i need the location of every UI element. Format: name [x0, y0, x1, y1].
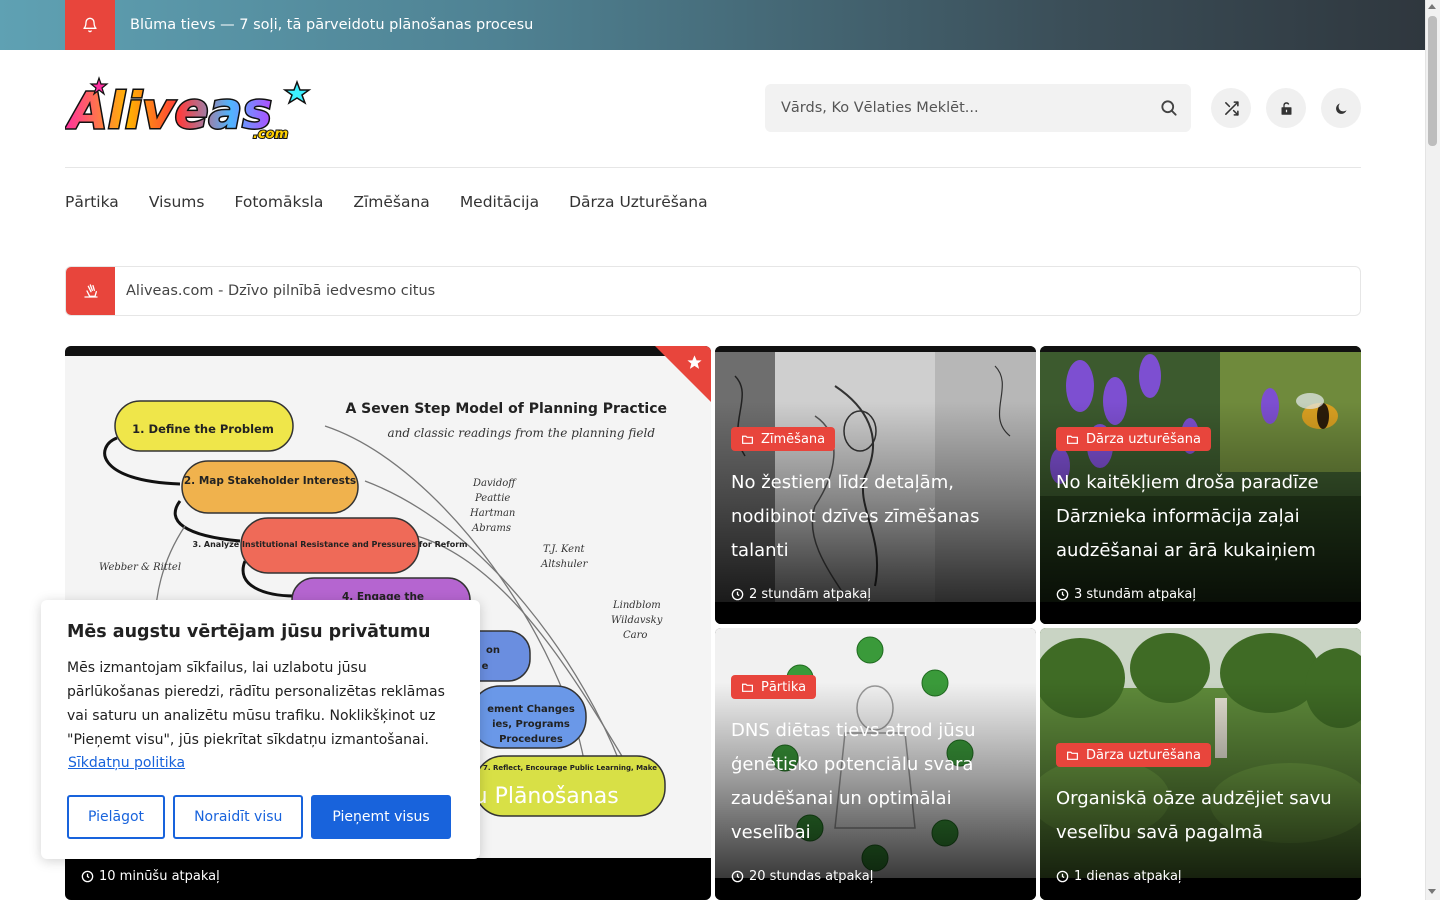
post-time-text: 1 dienas atpakaļ	[1074, 869, 1182, 884]
cookie-buttons: Pielāgot Noraidīt visu Pieņemt visus	[67, 795, 451, 839]
cookie-consent-dialog: Mēs augstu vērtējam jūsu privātumu Mēs i…	[41, 600, 480, 859]
featured-post-time: 10 minūšu atpakaļ	[81, 869, 220, 884]
category-label: Dārza uzturēšana	[1086, 747, 1201, 763]
ticker-headline-link[interactable]: Blūma tievs — 7 soļi, tā pārveidotu plān…	[130, 0, 533, 50]
clock-icon	[1056, 870, 1069, 883]
nav-item-darza-uzturesana[interactable]: Dārza Uzturēšana	[569, 188, 708, 216]
cookie-customize-button[interactable]: Pielāgot	[67, 795, 166, 839]
top-ticker: Blūma tievs — 7 soļi, tā pārveidotu plān…	[0, 0, 1425, 50]
category-badge[interactable]: Zīmēšana	[731, 427, 836, 451]
header-divider	[65, 167, 1361, 168]
diagram-step-1: 1. Define the Problem	[132, 422, 274, 436]
category-badge[interactable]: Dārza uzturēšana	[1056, 427, 1211, 451]
clock-icon	[1056, 588, 1069, 601]
post-time: 3 stundām atpakaļ	[1056, 587, 1196, 602]
folder-icon	[742, 435, 753, 444]
scroll-down-arrow-icon[interactable]	[1428, 889, 1436, 894]
post-time-text: 2 stundām atpakaļ	[749, 587, 871, 602]
nav-item-meditacija[interactable]: Meditācija	[460, 188, 539, 216]
clock-icon	[81, 870, 94, 883]
post-time: 1 dienas atpakaļ	[1056, 869, 1182, 884]
search-box	[765, 84, 1191, 132]
category-label: Pārtika	[761, 679, 807, 695]
lock-icon	[1281, 101, 1291, 115]
featured-post-title[interactable]: tu Plānošanas	[465, 780, 619, 814]
diagram-step-7: 7. Reflect, Encourage Public Learning, M…	[483, 764, 657, 772]
logo-suffix: .com	[253, 127, 288, 142]
shuffle-icon	[1224, 100, 1239, 116]
login-button[interactable]	[1266, 88, 1306, 128]
search-input[interactable]	[765, 84, 1145, 132]
cookie-policy-link[interactable]: Sīkdatņu politika	[68, 755, 185, 771]
category-label: Zīmēšana	[761, 431, 826, 447]
featured-star-icon	[687, 355, 702, 369]
nav-item-visums[interactable]: Visums	[149, 188, 205, 216]
post-time-text: 3 stundām atpakaļ	[1074, 587, 1196, 602]
nav-item-fotomaksla[interactable]: Fotomāksla	[234, 188, 323, 216]
diagram-title: A Seven Step Model of Planning Practice	[345, 401, 667, 417]
diagram-step-3: 3. Analyze Institutional Resistance and …	[193, 540, 468, 549]
diagram-subtitle: and classic readings from the planning f…	[387, 426, 655, 440]
category-label: Dārza uzturēšana	[1086, 431, 1201, 447]
diagram-step-6-line-2: ies, Programs	[492, 719, 570, 730]
random-post-button[interactable]	[1211, 88, 1251, 128]
nav-item-partika[interactable]: Pārtika	[65, 188, 119, 216]
cookie-text: Mēs izmantojam sīkfailus, lai uzlabotu j…	[67, 660, 445, 748]
category-badge[interactable]: Dārza uzturēšana	[1056, 743, 1211, 767]
post-card-darza-uzturesana-garden[interactable]: Dārza uzturēšana Organiskā oāze audzējie…	[1040, 628, 1361, 900]
diagram-step-6-line-3: Procedures	[499, 734, 563, 745]
diagram-name-wildavsky: Wildavsky	[611, 615, 663, 626]
post-time: 2 stundām atpakaļ	[731, 587, 871, 602]
folder-icon	[1067, 751, 1078, 760]
post-title[interactable]: No žestiem līdz detaļām, nodibinot dzīve…	[731, 466, 1020, 568]
post-title[interactable]: DNS diētas tievs atrod jūsu ģenētisko po…	[731, 714, 1020, 850]
diagram-name-lindblom: Lindblom	[612, 600, 661, 611]
folder-icon	[1067, 435, 1078, 444]
post-card-partika[interactable]: Pārtika DNS diētas tievs atrod jūsu ģenē…	[715, 628, 1036, 900]
post-title[interactable]: No kaitēkļiem droša paradīze Dārznieka i…	[1056, 466, 1345, 568]
dark-mode-toggle[interactable]	[1321, 88, 1361, 128]
post-title[interactable]: Organiskā oāze audzējiet savu veselību s…	[1056, 782, 1345, 850]
diagram-name-webber-rittel: Webber & Rittel	[99, 562, 181, 573]
main-nav: Pārtika Visums Fotomāksla Zīmēšana Medit…	[65, 188, 708, 216]
bell-icon	[83, 17, 97, 33]
clock-icon	[731, 588, 744, 601]
diagram-step-5-fragment: on	[486, 645, 500, 656]
notice-bar: Aliveas.com - Dzīvo pilnībā iedvesmo cit…	[65, 266, 1361, 316]
diagram-name-altshuler: Altshuler	[540, 559, 589, 570]
logo-star-icon	[282, 79, 312, 105]
scroll-thumb[interactable]	[1428, 16, 1437, 146]
post-card-darza-uzturesana-bee[interactable]: Dārza uzturēšana No kaitēkļiem droša par…	[1040, 346, 1361, 624]
diagram-name-kent: T.J. Kent	[543, 544, 586, 555]
ticker-bell-button[interactable]	[65, 0, 115, 50]
cookie-accept-button[interactable]: Pieņemt visus	[311, 795, 451, 839]
diagram-name-peattie: Peattie	[474, 493, 510, 504]
diagram-name-caro: Caro	[623, 630, 647, 641]
diagram-name-davidoff: Davidoff	[472, 478, 517, 489]
diagram-step-6-line-1: ement Changes	[487, 704, 575, 715]
diagram-name-hartman: Hartman	[469, 508, 515, 519]
nav-item-zimesana[interactable]: Zīmēšana	[353, 188, 429, 216]
post-time-text: 20 stundas atpakaļ	[749, 869, 874, 884]
cookie-title: Mēs augstu vērtējam jūsu privātumu	[67, 622, 431, 642]
page-scrollbar[interactable]	[1425, 0, 1440, 900]
clock-icon	[731, 870, 744, 883]
diagram-name-abrams: Abrams	[471, 523, 511, 534]
moon-icon	[1335, 103, 1346, 114]
post-card-zimesana[interactable]: Zīmēšana No žestiem līdz detaļām, nodibi…	[715, 346, 1036, 624]
site-logo[interactable]: Aliveas .com	[65, 76, 315, 142]
folder-icon	[742, 683, 753, 692]
notice-text: Aliveas.com - Dzīvo pilnībā iedvesmo cit…	[126, 283, 436, 299]
search-icon[interactable]	[1159, 98, 1179, 118]
post-time: 20 stundas atpakaļ	[731, 869, 873, 884]
notice-icon-box	[66, 267, 115, 315]
featured-post-time-text: 10 minūšu atpakaļ	[99, 869, 220, 884]
scroll-up-arrow-icon[interactable]	[1428, 4, 1436, 9]
cookie-reject-button[interactable]: Noraidīt visu	[173, 795, 304, 839]
diagram-step-2: 2. Map Stakeholder Interests	[184, 475, 356, 487]
hand-wave-icon	[83, 284, 98, 298]
category-badge[interactable]: Pārtika	[731, 675, 817, 699]
diagram-step-5-fragment-b: e	[482, 661, 489, 672]
